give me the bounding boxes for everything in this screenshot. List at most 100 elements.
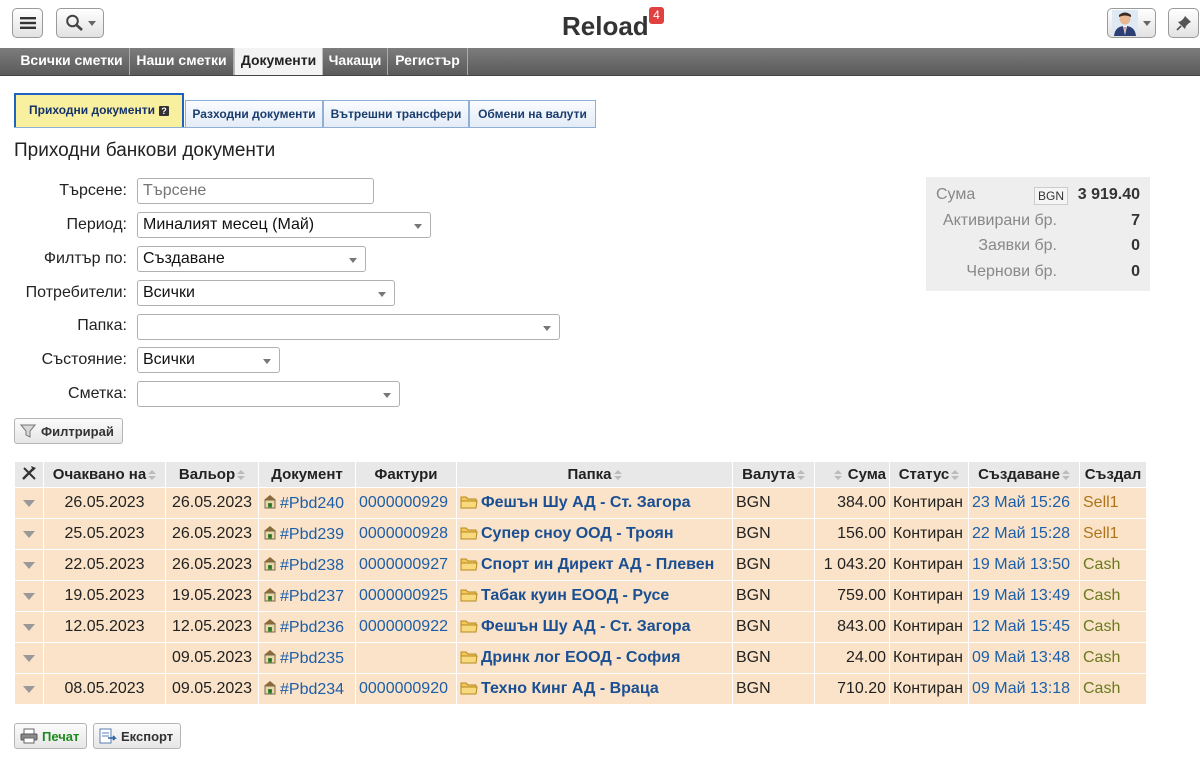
search-input[interactable] [137, 178, 374, 204]
notification-badge[interactable]: 4 [649, 7, 664, 24]
created-link[interactable]: 19 Май 13:50 [972, 556, 1070, 573]
column-header-currency[interactable]: Валута [732, 461, 815, 488]
invoice-link[interactable]: 0000000928 [359, 525, 448, 542]
created-cell: 22 Май 15:28 [968, 518, 1080, 550]
row-menu-toggle[interactable] [14, 611, 44, 643]
invoice-link[interactable]: 0000000927 [359, 556, 448, 573]
period-select[interactable]: Миналият месец (Май) [137, 212, 431, 238]
document-link[interactable]: #Pbd240 [280, 495, 344, 512]
state-select[interactable]: Всички [137, 347, 280, 373]
column-header-amount[interactable]: Сума [814, 461, 890, 488]
user-menu-button[interactable] [1107, 8, 1156, 38]
document-link[interactable]: #Pbd239 [280, 526, 344, 543]
row-menu-toggle[interactable] [14, 549, 44, 581]
invoice-cell: 0000000927 [355, 549, 457, 581]
nav-item-register[interactable]: Регистър [388, 48, 468, 75]
creator-link[interactable]: Cash [1083, 556, 1120, 573]
document-link[interactable]: #Pbd235 [280, 650, 344, 667]
row-menu-toggle[interactable] [14, 487, 44, 519]
valor-date-cell: 09.05.2023 [165, 642, 259, 674]
table-row[interactable]: 08.05.2023 09.05.2023 #Pbd234 0000000920 Тех… [14, 673, 1147, 705]
folder-link[interactable]: Супер сноу ООД - Троян [481, 525, 674, 542]
status-cell: Контиран [889, 487, 969, 519]
sum-label: Сума [936, 186, 976, 203]
tab-currency-exchanges[interactable]: Обмени на валути [469, 100, 596, 128]
folder-icon [460, 651, 478, 664]
print-button[interactable]: Печат [14, 723, 87, 749]
nav-item-our-accounts[interactable]: Наши сметки [130, 48, 234, 75]
column-header-document[interactable]: Документ [258, 461, 356, 488]
created-link[interactable]: 12 Май 15:45 [972, 618, 1070, 635]
export-button[interactable]: Експорт [93, 723, 181, 749]
filter-by-select[interactable]: Създаване [137, 246, 366, 272]
creator-link[interactable]: Sell1 [1083, 525, 1119, 542]
document-link[interactable]: #Pbd237 [280, 588, 344, 605]
creator-link[interactable]: Sell1 [1083, 494, 1119, 511]
row-menu-toggle[interactable] [14, 580, 44, 612]
column-header-created[interactable]: Създаване [968, 461, 1080, 488]
column-header-invoices[interactable]: Фактури [355, 461, 457, 488]
folder-link[interactable]: Техно Кинг АД - Враца [481, 680, 659, 697]
creator-link[interactable]: Cash [1083, 649, 1120, 666]
created-link[interactable]: 22 Май 15:28 [972, 525, 1070, 542]
nav-item-pending[interactable]: Чакащи [323, 48, 388, 75]
pin-button[interactable] [1168, 8, 1199, 38]
column-header-folder[interactable]: Папка [456, 461, 733, 488]
column-header-status[interactable]: Статус [889, 461, 969, 488]
currency-cell: BGN [732, 549, 815, 581]
column-header-creator[interactable]: Създал [1079, 461, 1147, 488]
folder-select[interactable] [137, 314, 560, 340]
row-menu-toggle[interactable] [14, 673, 44, 705]
invoice-link[interactable]: 0000000925 [359, 587, 448, 604]
tab-divider [14, 127, 596, 128]
header-label: Вальор [178, 466, 236, 483]
table-row[interactable]: 22.05.2023 26.05.2023 #Pbd238 0000000927 Спо… [14, 549, 1147, 581]
chevron-down-icon [23, 655, 35, 662]
chevron-down-icon [87, 20, 96, 26]
account-select[interactable] [137, 381, 400, 407]
invoice-link[interactable]: 0000000929 [359, 494, 448, 511]
table-row[interactable]: 26.05.2023 26.05.2023 #Pbd240 0000000929 Феш… [14, 487, 1147, 519]
document-link[interactable]: #Pbd238 [280, 557, 344, 574]
column-header-expected[interactable]: Очаквано на [43, 461, 166, 488]
users-select[interactable]: Всички [137, 280, 395, 306]
folder-link[interactable]: Спорт ин Директ АД - Плевен [481, 556, 714, 573]
invoice-link[interactable]: 0000000920 [359, 680, 448, 697]
table-row[interactable]: 19.05.2023 19.05.2023 #Pbd237 0000000925 Таб… [14, 580, 1147, 612]
nav-item-documents[interactable]: Документи [234, 48, 323, 75]
table-row[interactable]: 25.05.2023 26.05.2023 #Pbd239 0000000928 Суп… [14, 518, 1147, 550]
created-link[interactable]: 09 Май 13:18 [972, 680, 1070, 697]
column-header-valor[interactable]: Вальор [165, 461, 259, 488]
created-link[interactable]: 09 Май 13:48 [972, 649, 1070, 666]
tab-outgoing-documents[interactable]: Разходни документи [185, 100, 323, 128]
tools-header[interactable] [14, 461, 44, 488]
search-label: Търсене: [59, 182, 127, 199]
tab-incoming-documents[interactable]: Приходни документи? [14, 93, 184, 128]
invoice-link[interactable]: 0000000922 [359, 618, 448, 635]
menu-button[interactable] [12, 8, 43, 38]
document-link[interactable]: #Pbd236 [280, 619, 344, 636]
created-link[interactable]: 23 Май 15:26 [972, 494, 1070, 511]
folder-link[interactable]: Фешън Шу АД - Ст. Загора [481, 618, 691, 635]
folder-link[interactable]: Табак куин ЕООД - Русе [481, 587, 669, 604]
folder-link[interactable]: Фешън Шу АД - Ст. Загора [481, 494, 691, 511]
invoice-cell: 0000000925 [355, 580, 457, 612]
created-link[interactable]: 19 Май 13:49 [972, 587, 1070, 604]
table-row[interactable]: 09.05.2023 #Pbd235 Дринк лог ЕООД - София B… [14, 642, 1147, 674]
header-label: Статус [898, 466, 950, 483]
row-menu-toggle[interactable] [14, 518, 44, 550]
nav-item-all-accounts[interactable]: Всички сметки [14, 48, 130, 75]
creator-link[interactable]: Cash [1083, 587, 1120, 604]
tab-internal-transfers[interactable]: Вътрешни трансфери [323, 100, 469, 128]
help-icon[interactable]: ? [158, 105, 169, 116]
requests-label: Заявки бр. [978, 237, 1057, 254]
creator-link[interactable]: Cash [1083, 618, 1120, 635]
created-cell: 09 Май 13:18 [968, 673, 1080, 705]
document-link[interactable]: #Pbd234 [280, 681, 344, 698]
search-menu-button[interactable] [56, 8, 104, 38]
creator-link[interactable]: Cash [1083, 680, 1120, 697]
row-menu-toggle[interactable] [14, 642, 44, 674]
filter-button[interactable]: Филтрирай [14, 418, 123, 444]
folder-link[interactable]: Дринк лог ЕООД - София [481, 649, 680, 666]
table-row[interactable]: 12.05.2023 12.05.2023 #Pbd236 0000000922 Феш… [14, 611, 1147, 643]
